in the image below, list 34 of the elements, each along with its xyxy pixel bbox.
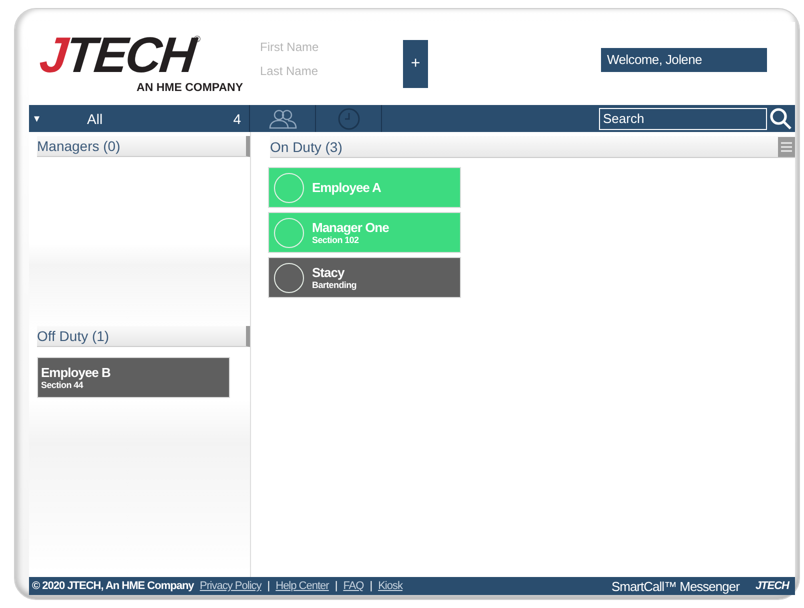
footer-link[interactable]: Privacy Policy	[200, 580, 262, 592]
link-separator: |	[267, 580, 270, 592]
people-icon[interactable]	[268, 108, 298, 130]
welcome-label: Welcome, Jolene	[601, 48, 767, 72]
name-field[interactable]: Last Name	[260, 62, 380, 80]
link-separator: |	[334, 580, 338, 592]
search-icon[interactable]	[769, 106, 793, 130]
avatar-icon	[274, 262, 304, 292]
section-header: Off Duty (1)	[37, 326, 250, 347]
employee-card[interactable]: Stacy Bartending	[268, 257, 461, 298]
employee-detail: Bartending	[312, 280, 357, 290]
section-header: On Duty (3)	[270, 138, 344, 154]
footer-link[interactable]: Kiosk	[378, 580, 402, 592]
copyright-text: © 2020 JTECH, An HME Company	[32, 580, 194, 592]
menu-icon[interactable]	[778, 136, 795, 156]
employee-name: Manager One	[312, 220, 389, 235]
employee-detail: Section 44	[41, 380, 84, 390]
employee-name: Employee A	[312, 180, 381, 195]
product-name: SmartCall™ Messenger	[611, 578, 740, 594]
footer-link[interactable]: FAQ	[343, 580, 364, 592]
employee-detail: Section 102	[312, 235, 360, 245]
avatar-icon	[274, 172, 304, 202]
search-field[interactable]: Search	[599, 108, 767, 130]
employee-name: Employee B	[41, 365, 110, 380]
section-header: Managers (0)	[37, 136, 250, 157]
link-separator: |	[370, 580, 372, 592]
footer-link[interactable]: Help Center	[276, 580, 329, 592]
add-button[interactable]: +	[403, 40, 428, 88]
employee-card[interactable]: Employee B Section 44	[37, 357, 230, 398]
avatar-icon	[274, 218, 304, 248]
logo-tagline: AN HME COMPANY	[136, 82, 243, 94]
employee-name: Stacy	[312, 265, 346, 280]
footer-logo: JTECH	[755, 580, 789, 592]
name-field[interactable]: First Name	[260, 38, 380, 56]
